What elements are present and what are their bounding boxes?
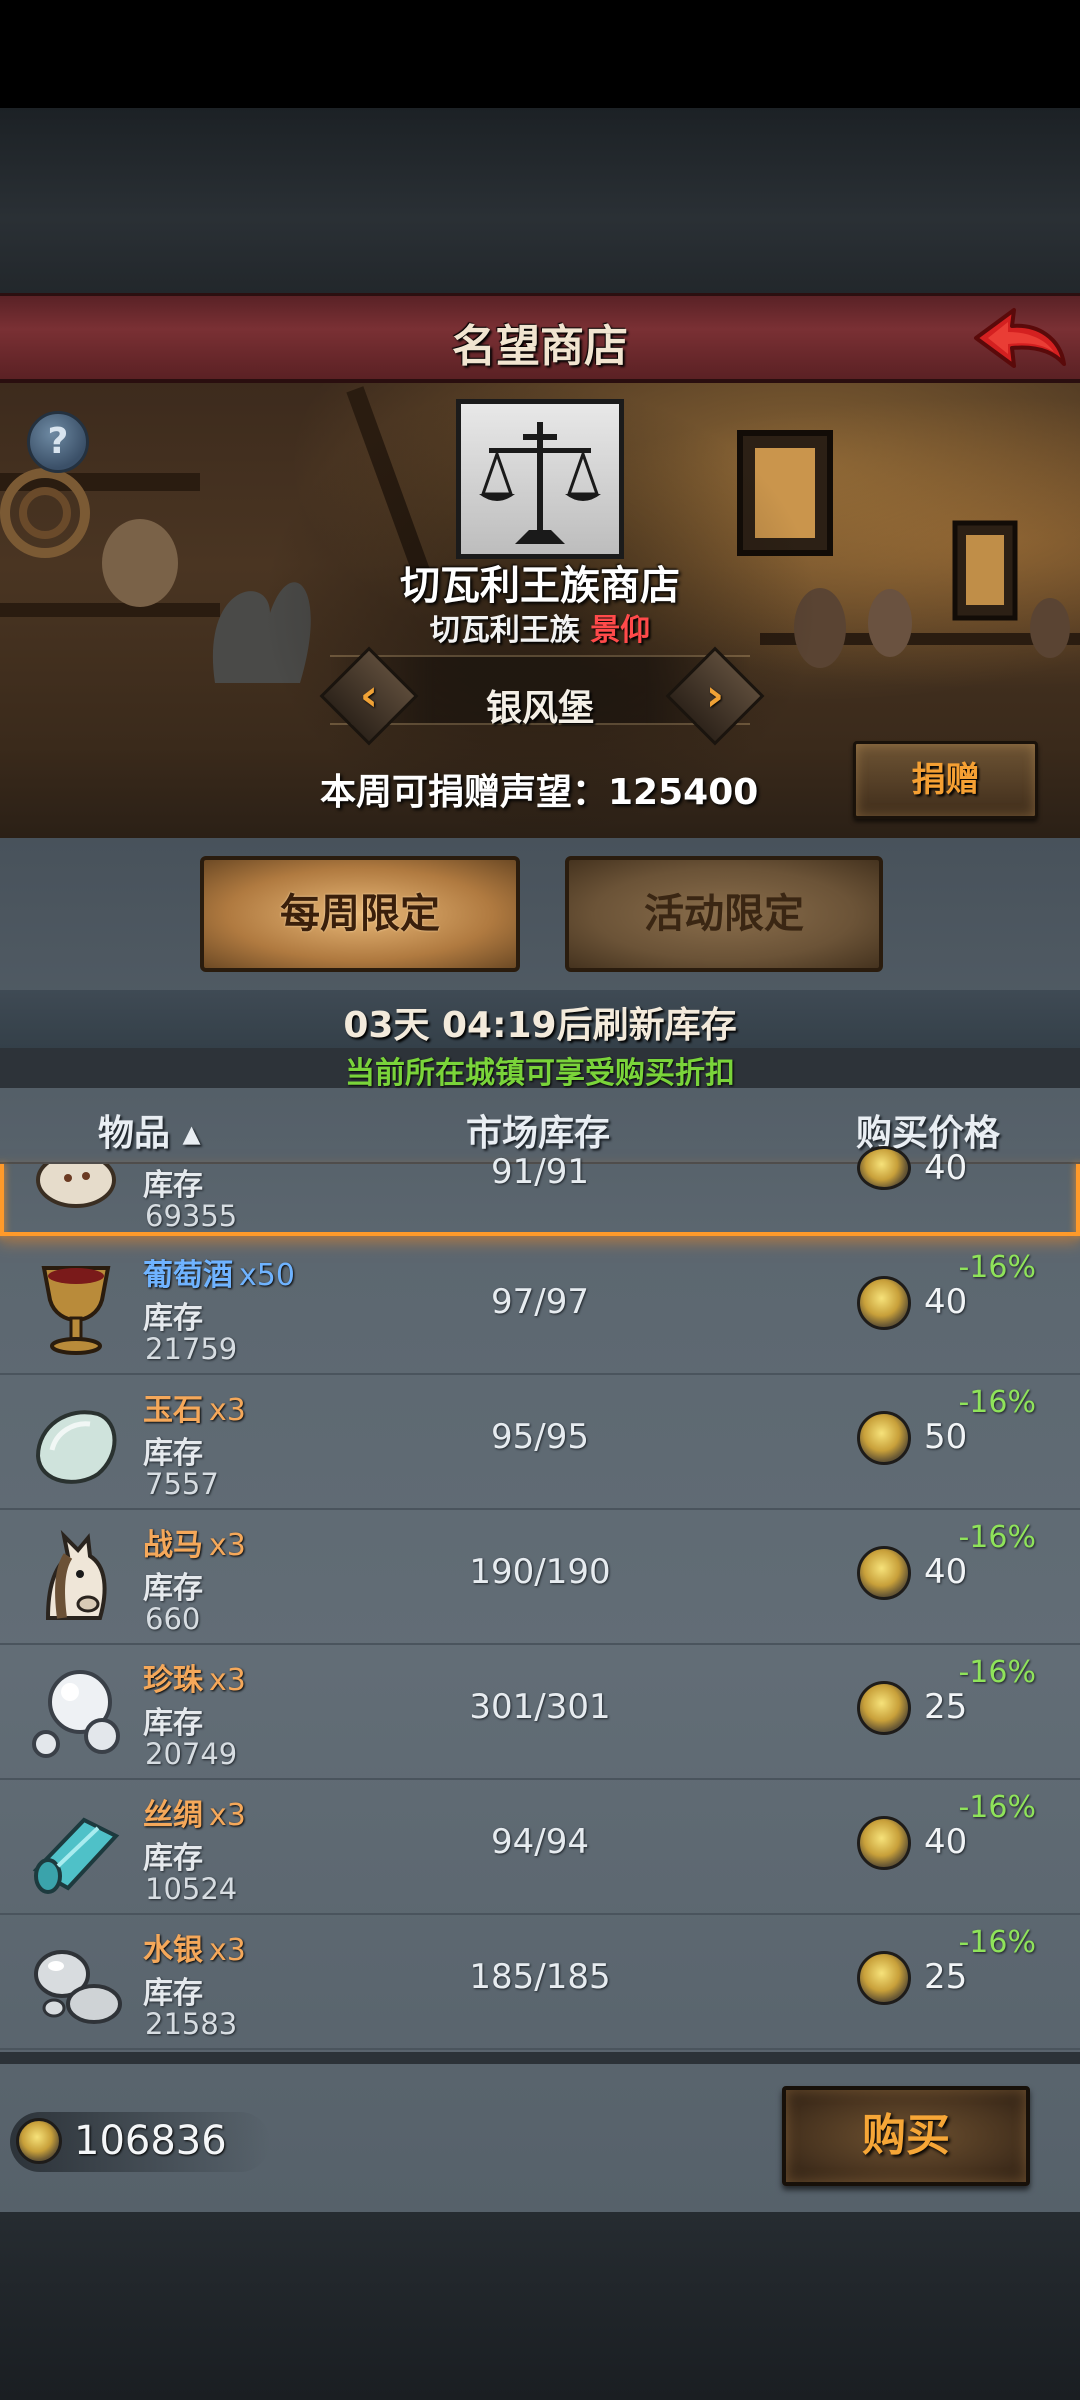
faction-name: 切瓦利王族 — [429, 613, 580, 648]
stock-value: 21759 — [145, 1332, 238, 1366]
coin-icon — [857, 1951, 911, 2005]
stock-label: 库存 — [143, 1571, 203, 1606]
price: 40 — [924, 1822, 968, 1862]
stock-label: 库存 — [143, 1841, 203, 1876]
page-title: 名望商店 — [452, 321, 628, 372]
stock-label: 库存 — [143, 1436, 203, 1471]
coin-icon — [16, 2118, 62, 2164]
silk-icon — [32, 1817, 120, 1894]
market-stock: 190/190 — [469, 1552, 611, 1592]
stock-value: 10524 — [145, 1872, 238, 1906]
discount-badge: -16% — [958, 1790, 1036, 1825]
back-arrow-icon[interactable] — [968, 304, 1068, 378]
stock-value: 69355 — [145, 1199, 238, 1233]
refresh-countdown: 03天 04:19后刷新库存 — [343, 1005, 737, 1046]
stock-label: 库存 — [143, 1301, 203, 1336]
reputation-status: 景仰 — [590, 613, 651, 648]
bag-icon — [36, 1164, 116, 1208]
price: 25 — [924, 1957, 968, 1997]
tab-weekly-limited[interactable]: 每周限定 — [200, 856, 520, 972]
price: 40 — [924, 1552, 968, 1592]
price: 50 — [924, 1417, 968, 1457]
help-button[interactable]: ? — [27, 411, 89, 473]
coin-icon — [857, 1276, 911, 1330]
stock-value: 21583 — [145, 2007, 238, 2041]
goblet-icon — [41, 1266, 111, 1355]
stock-label: 库存 — [143, 1706, 203, 1741]
shop-hero: ? 切瓦利王族商店 切瓦利王族 景仰 ‹ 银风堡 › 本周可捐赠声望：12540… — [0, 383, 1080, 838]
discount-badge: -16% — [958, 1520, 1036, 1555]
shop-name: 切瓦利王族商店 — [400, 563, 680, 609]
discount-notice: 当前所在城镇可享受购买折扣 — [345, 1056, 735, 1091]
buy-button[interactable]: 购买 — [782, 2086, 1030, 2186]
discount-badge: -16% — [958, 1925, 1036, 1960]
item-name: 战马 x3 — [143, 1528, 246, 1563]
tab-event-limited[interactable]: 活动限定 — [565, 856, 883, 972]
horse-icon — [45, 1529, 107, 1620]
column-header-item[interactable]: 物品 ▴ — [98, 1104, 201, 1156]
coin-icon — [857, 1411, 911, 1465]
bottom-backdrop — [0, 2212, 1080, 2400]
coin-icon — [857, 1546, 911, 1600]
mercury-icon — [34, 1950, 122, 2024]
market-stock: 95/95 — [491, 1417, 589, 1457]
market-stock: 301/301 — [469, 1687, 611, 1727]
pearl-icon — [32, 1670, 120, 1758]
scales-icon — [479, 422, 601, 544]
market-stock: 185/185 — [469, 1957, 611, 1997]
stock-value: 20749 — [145, 1737, 238, 1771]
jade-icon — [35, 1410, 117, 1484]
price: 40 — [924, 1282, 968, 1322]
coin-icon — [857, 1146, 911, 1190]
item-name: 水银 x3 — [143, 1933, 246, 1968]
list-bottom-edge — [0, 2052, 1080, 2064]
city-name: 银风堡 — [485, 688, 594, 729]
item-name: 玉石 x3 — [143, 1393, 246, 1428]
discount-badge: -16% — [958, 1655, 1036, 1690]
title-bar: 名望商店 — [0, 293, 1080, 383]
stock-label: 库存 — [143, 1168, 203, 1203]
column-header-market-stock[interactable]: 市场库存 — [466, 1104, 610, 1156]
stock-value: 660 — [145, 1602, 201, 1636]
market-stock: 97/97 — [491, 1282, 589, 1322]
faction-reputation: 切瓦利王族 景仰 — [0, 605, 1080, 649]
donatable-reputation: 本周可捐赠声望：125400 — [320, 772, 759, 813]
stock-label: 库存 — [143, 1976, 203, 2011]
price: 25 — [924, 1687, 968, 1727]
currency-amount: 106836 — [74, 2118, 227, 2164]
donate-button[interactable]: 捐赠 — [853, 741, 1038, 819]
top-backdrop — [0, 108, 1080, 293]
discount-badge: -16% — [958, 1385, 1036, 1420]
price: 40 — [924, 1148, 968, 1188]
item-name: 葡萄酒 x50 — [143, 1258, 295, 1293]
coin-icon — [857, 1816, 911, 1870]
market-stock: 94/94 — [491, 1822, 589, 1862]
chevron-right-icon[interactable]: › — [680, 666, 750, 726]
market-stock: 91/91 — [491, 1152, 589, 1192]
faction-emblem — [456, 399, 624, 559]
coin-icon — [857, 1681, 911, 1735]
discount-badge: -16% — [958, 1250, 1036, 1285]
stock-value: 7557 — [145, 1467, 219, 1501]
selection-edge — [0, 1164, 4, 1236]
selection-edge — [1076, 1164, 1080, 1236]
item-name: 丝绸 x3 — [143, 1798, 246, 1833]
item-name: 珍珠 x3 — [143, 1663, 246, 1698]
